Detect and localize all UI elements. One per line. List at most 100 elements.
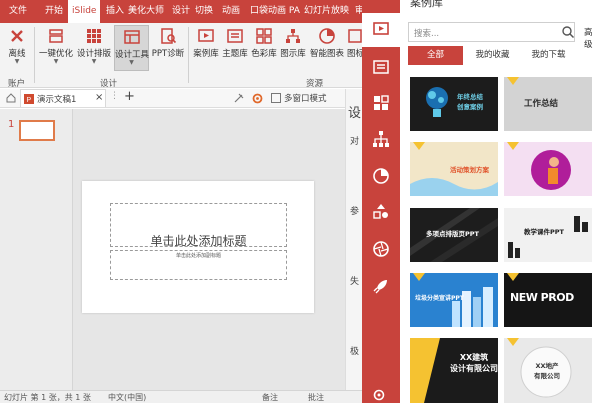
- settings-row-label: 参: [350, 207, 360, 217]
- case-card[interactable]: 活动策划方案: [410, 142, 498, 196]
- group-label-design: 设计: [100, 79, 118, 89]
- palette-icon: [256, 28, 272, 44]
- filter-tab-all[interactable]: 全部: [408, 46, 463, 65]
- comments-button[interactable]: 批注: [308, 392, 324, 403]
- offline-button[interactable]: 离线 ▼: [3, 25, 31, 71]
- diagram-icon: [286, 29, 300, 43]
- multi-window-mode-button[interactable]: 多窗口模式: [284, 92, 327, 104]
- play-icon: [198, 29, 214, 42]
- person-illustration: [531, 150, 571, 190]
- diagram-library-button[interactable]: 图示库: [279, 25, 307, 71]
- sidebar-item-color-library[interactable]: [372, 94, 390, 112]
- design-tools-button[interactable]: 设计工具 ▼: [114, 25, 149, 71]
- vip-badge-icon: [507, 77, 519, 85]
- search-icon[interactable]: [561, 23, 575, 41]
- theme-library-button[interactable]: 主题库: [221, 25, 249, 71]
- document-tab[interactable]: P 演示文稿1 ×: [20, 89, 106, 107]
- document-tab-title: 演示文稿1: [37, 95, 77, 105]
- divider: [34, 27, 35, 83]
- case-card[interactable]: XX地产 有限公司: [504, 338, 592, 403]
- case-card-title: 多项点排版页PPT: [426, 230, 479, 238]
- sidebar-item-picture-library[interactable]: [372, 240, 390, 258]
- sidebar-item-icon-library[interactable]: [372, 203, 390, 221]
- sidebar-item-theme-library[interactable]: [372, 58, 390, 76]
- home-icon[interactable]: [6, 93, 16, 103]
- case-card-title: 年终总结 创意案例: [457, 93, 483, 111]
- case-card[interactable]: 垃圾分类宣讲PPT: [410, 273, 498, 327]
- vip-badge-icon: [507, 273, 519, 281]
- slide-thumbnail-pane: 1: [0, 109, 73, 391]
- sidebar-item-diagram-library[interactable]: [372, 130, 390, 148]
- sidebar-item-case-library[interactable]: [362, 13, 400, 47]
- vip-badge-icon: [413, 142, 425, 150]
- tab-transition[interactable]: 切换: [195, 0, 213, 23]
- case-card[interactable]: 年终总结 创意案例: [410, 77, 498, 131]
- case-library-button[interactable]: 案例库: [192, 25, 220, 71]
- search-placeholder: 搜索...: [414, 29, 440, 39]
- settings-pane: 设 对 参 失 极: [345, 89, 362, 390]
- case-card[interactable]: [504, 142, 592, 196]
- title-placeholder-text: 单击此处添加标题: [150, 234, 247, 248]
- filter-tab-favorites[interactable]: 我的收藏: [470, 46, 515, 65]
- search-input[interactable]: 搜索...: [408, 22, 575, 42]
- case-card[interactable]: 教学课件PPT: [504, 208, 592, 262]
- case-card[interactable]: 工作总结: [504, 77, 592, 131]
- advanced-search-button[interactable]: 高级: [584, 26, 600, 50]
- tab-pocket-animation[interactable]: 口袋动画 PA: [250, 0, 300, 23]
- settings-gear-icon[interactable]: [252, 93, 263, 104]
- case-card[interactable]: NEW PROD: [504, 273, 592, 327]
- layers-icon: [49, 29, 63, 43]
- pin-icon[interactable]: [233, 93, 244, 104]
- close-icon[interactable]: ×: [95, 92, 103, 103]
- sidebar-settings[interactable]: [372, 388, 390, 403]
- theme-icon: [227, 29, 243, 43]
- tools-icon: [123, 30, 140, 44]
- tab-slideshow[interactable]: 幻灯片放映: [304, 0, 349, 23]
- one-click-optimize-button[interactable]: 一键优化 ▼: [38, 25, 74, 71]
- subtitle-placeholder[interactable]: 单击此处添加副标题: [110, 250, 287, 280]
- vip-badge-icon: [507, 142, 519, 150]
- tab-islide[interactable]: iSlide: [68, 0, 101, 23]
- sidebar-item-launch[interactable]: [372, 277, 390, 295]
- tab-animation[interactable]: 动画: [222, 0, 240, 23]
- title-placeholder[interactable]: 单击此处添加标题: [110, 203, 287, 248]
- filter-tab-downloads[interactable]: 我的下载: [526, 46, 571, 65]
- multi-window-icon: [271, 93, 281, 103]
- color-library-button[interactable]: 色彩库: [250, 25, 278, 71]
- document-tab-strip: P 演示文稿1 × ⋮ + 多窗口模式: [0, 89, 345, 108]
- slide[interactable]: 单击此处添加标题 单击此处添加副标题: [82, 181, 314, 313]
- divider: [188, 27, 189, 83]
- panel-title: 案例库: [410, 0, 443, 9]
- icon-library-button[interactable]: 图标: [347, 25, 363, 71]
- ppt-diagnose-button[interactable]: PPT诊断: [151, 25, 185, 71]
- slide-number: 1: [8, 119, 15, 130]
- ppt-diagnose-label: PPT诊断: [151, 49, 185, 59]
- smart-chart-label: 智能图表: [309, 49, 344, 59]
- smart-chart-button[interactable]: 智能图表: [308, 25, 346, 71]
- tab-file[interactable]: 文件: [9, 0, 27, 23]
- aperture-icon: [373, 241, 389, 257]
- add-tab-button[interactable]: +: [124, 89, 135, 104]
- case-card[interactable]: XX建筑 设计有限公司: [410, 338, 498, 403]
- diagram-library-label: 图示库: [280, 49, 306, 59]
- case-card-title: XX地产 有限公司: [534, 362, 560, 380]
- settings-pane-title: 设: [348, 106, 362, 121]
- tab-beautify[interactable]: 美化大师: [128, 0, 164, 23]
- more-options-icon[interactable]: ⋮: [110, 91, 119, 101]
- color-library-label: 色彩库: [251, 49, 277, 59]
- slide-editing-canvas: 单击此处添加标题 单击此处添加副标题: [73, 109, 345, 391]
- slide-thumbnail[interactable]: [19, 120, 55, 141]
- offline-icon: [11, 30, 23, 42]
- design-layout-button[interactable]: 设计排版 ▼: [76, 25, 112, 71]
- case-card[interactable]: 多项点排版页PPT: [410, 208, 498, 262]
- tab-design[interactable]: 设计: [172, 0, 190, 23]
- theme-icon: [373, 60, 389, 74]
- sidebar-item-smart-chart[interactable]: [372, 167, 390, 185]
- tab-home[interactable]: 开始: [45, 0, 63, 23]
- case-card-title: 教学课件PPT: [524, 228, 564, 236]
- notes-button[interactable]: 备注: [262, 392, 278, 403]
- case-library-panel: 案例库 搜索... 高级 全部 我的收藏 我的下载 年终总结 创意案例 工作总结…: [400, 0, 600, 403]
- rocket-icon: [373, 280, 387, 294]
- tab-insert[interactable]: 插入: [106, 0, 124, 23]
- chevron-down-icon: ▼: [129, 59, 134, 66]
